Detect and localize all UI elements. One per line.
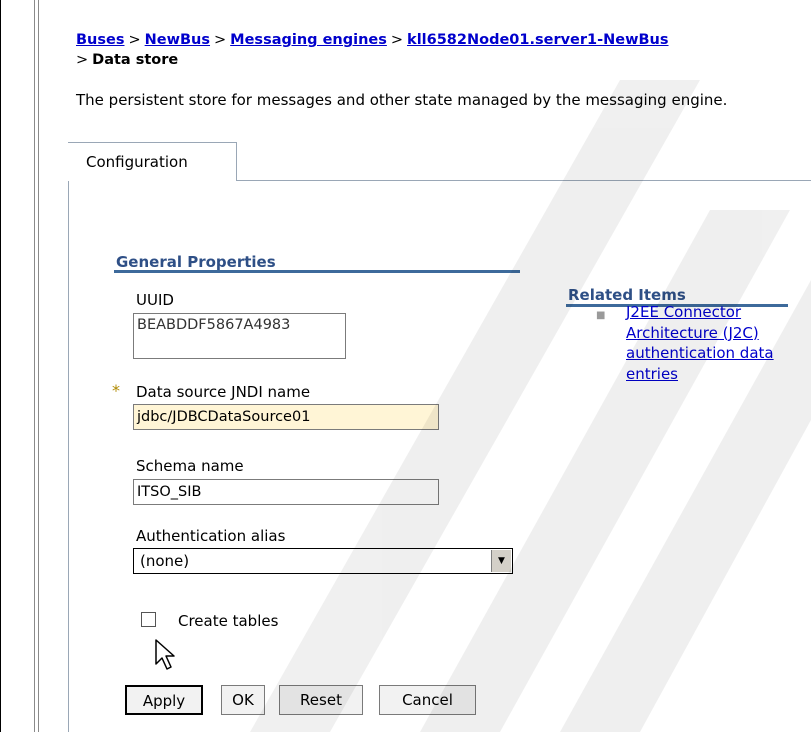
data-source-jndi-input[interactable]: jdbc/JDBCDataSource01 bbox=[133, 404, 439, 430]
auth-alias-select[interactable]: (none) ▼ bbox=[133, 548, 513, 574]
page-description: The persistent store for messages and ot… bbox=[76, 91, 728, 109]
apply-button[interactable]: Apply bbox=[125, 685, 203, 715]
schema-name-label: Schema name bbox=[136, 457, 244, 475]
auth-alias-selected: (none) bbox=[140, 552, 190, 570]
section-divider bbox=[114, 270, 520, 273]
data-source-label: Data source JNDI name bbox=[136, 383, 311, 401]
frame-splitter[interactable] bbox=[34, 0, 39, 732]
tab-panel-border bbox=[68, 150, 69, 732]
breadcrumb-current: > Data store bbox=[76, 52, 178, 68]
auth-alias-label: Authentication alias bbox=[136, 527, 286, 545]
uuid-label: UUID bbox=[136, 291, 174, 309]
general-properties-title: General Properties bbox=[116, 253, 276, 271]
cancel-button[interactable]: Cancel bbox=[379, 685, 476, 715]
tab-panel-border bbox=[236, 180, 811, 181]
create-tables-checkbox[interactable] bbox=[141, 612, 156, 627]
tab-configuration-label: Configuration bbox=[86, 153, 188, 171]
page-title: Data store bbox=[92, 52, 179, 68]
mouse-pointer-icon bbox=[155, 639, 175, 670]
breadcrumb-separator: > bbox=[214, 32, 227, 48]
j2c-auth-data-link[interactable]: J2EE Connector Architecture (J2C) authen… bbox=[626, 302, 786, 384]
breadcrumb-separator: > bbox=[128, 32, 141, 48]
ok-button[interactable]: OK bbox=[221, 685, 265, 715]
schema-name-input[interactable]: ITSO_SIB bbox=[133, 479, 439, 505]
uuid-field: BEABDDF5867A4983 bbox=[133, 313, 346, 359]
required-star-icon: * bbox=[112, 381, 120, 400]
breadcrumb-link-engine[interactable]: kll6582Node01.server1-NewBus bbox=[407, 32, 668, 48]
breadcrumb-link-buses[interactable]: Buses bbox=[76, 32, 124, 48]
square-bullet-icon: ■ bbox=[596, 310, 606, 321]
breadcrumb-link-messaging-engines[interactable]: Messaging engines bbox=[230, 32, 387, 48]
breadcrumb-link-newbus[interactable]: NewBus bbox=[145, 32, 210, 48]
breadcrumb-separator: > bbox=[390, 32, 404, 48]
breadcrumb-separator: > bbox=[76, 52, 89, 68]
chevron-down-icon[interactable]: ▼ bbox=[491, 550, 511, 572]
create-tables-label: Create tables bbox=[178, 612, 279, 630]
window-frame-edge bbox=[0, 0, 1, 732]
reset-button[interactable]: Reset bbox=[279, 685, 363, 715]
breadcrumb: Buses > NewBus > Messaging engines > kll6582No… bbox=[76, 30, 669, 51]
